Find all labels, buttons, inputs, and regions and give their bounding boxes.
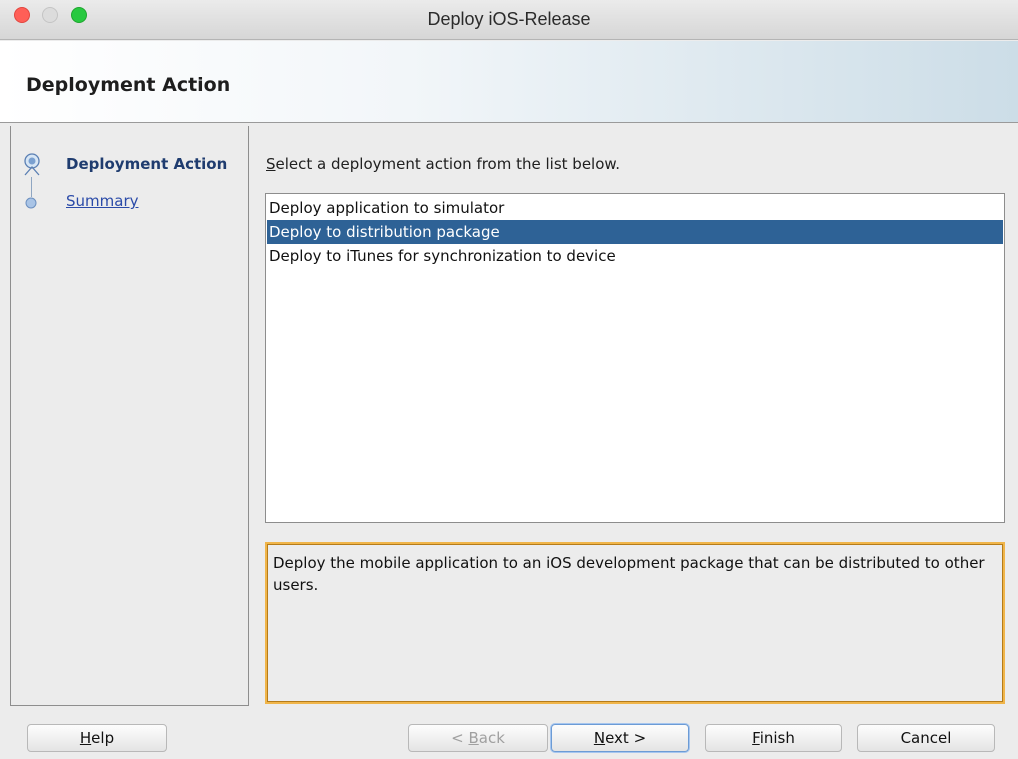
back-label: ack bbox=[478, 729, 505, 747]
nav-step-summary[interactable]: Summary bbox=[66, 192, 139, 210]
header-banner: Deployment Action bbox=[0, 41, 1018, 123]
finish-button[interactable]: Finish bbox=[705, 724, 842, 752]
cancel-button[interactable]: Cancel bbox=[857, 724, 995, 752]
instruction-mnemonic: S bbox=[266, 155, 276, 173]
step-dot-icon bbox=[25, 197, 37, 209]
back-prefix: < bbox=[451, 729, 469, 747]
page-title: Deployment Action bbox=[26, 74, 231, 96]
window-title: Deploy iOS-Release bbox=[427, 9, 591, 29]
wizard-steps-panel bbox=[10, 126, 249, 706]
next-mnemonic: N bbox=[593, 729, 606, 747]
next-label: ext > bbox=[605, 729, 647, 747]
action-description: Deploy the mobile application to an iOS … bbox=[273, 554, 985, 594]
help-label: elp bbox=[91, 729, 115, 747]
nav-step-deployment-action[interactable]: Deployment Action bbox=[66, 155, 227, 173]
back-mnemonic: B bbox=[468, 729, 479, 747]
help-button[interactable]: Help bbox=[27, 724, 167, 752]
back-button[interactable]: < Back bbox=[408, 724, 548, 752]
finish-mnemonic: F bbox=[752, 729, 760, 747]
deployment-action-list[interactable]: Deploy application to simulator Deploy t… bbox=[265, 193, 1005, 523]
action-description-box: Deploy the mobile application to an iOS … bbox=[265, 542, 1005, 704]
help-mnemonic: H bbox=[79, 729, 92, 747]
finish-label: inish bbox=[759, 729, 795, 747]
list-item-distribution-package[interactable]: Deploy to distribution package bbox=[267, 220, 1003, 244]
list-item-simulator[interactable]: Deploy application to simulator bbox=[267, 196, 1003, 220]
instruction-label: Select a deployment action from the list… bbox=[266, 155, 620, 173]
step-active-icon bbox=[24, 153, 40, 176]
window-titlebar: Deploy iOS-Release bbox=[0, 0, 1018, 40]
step-connector bbox=[31, 177, 32, 197]
list-item-itunes[interactable]: Deploy to iTunes for synchronization to … bbox=[267, 244, 1003, 268]
instruction-text: elect a deployment action from the list … bbox=[275, 155, 621, 173]
next-button[interactable]: Next > bbox=[551, 724, 689, 752]
